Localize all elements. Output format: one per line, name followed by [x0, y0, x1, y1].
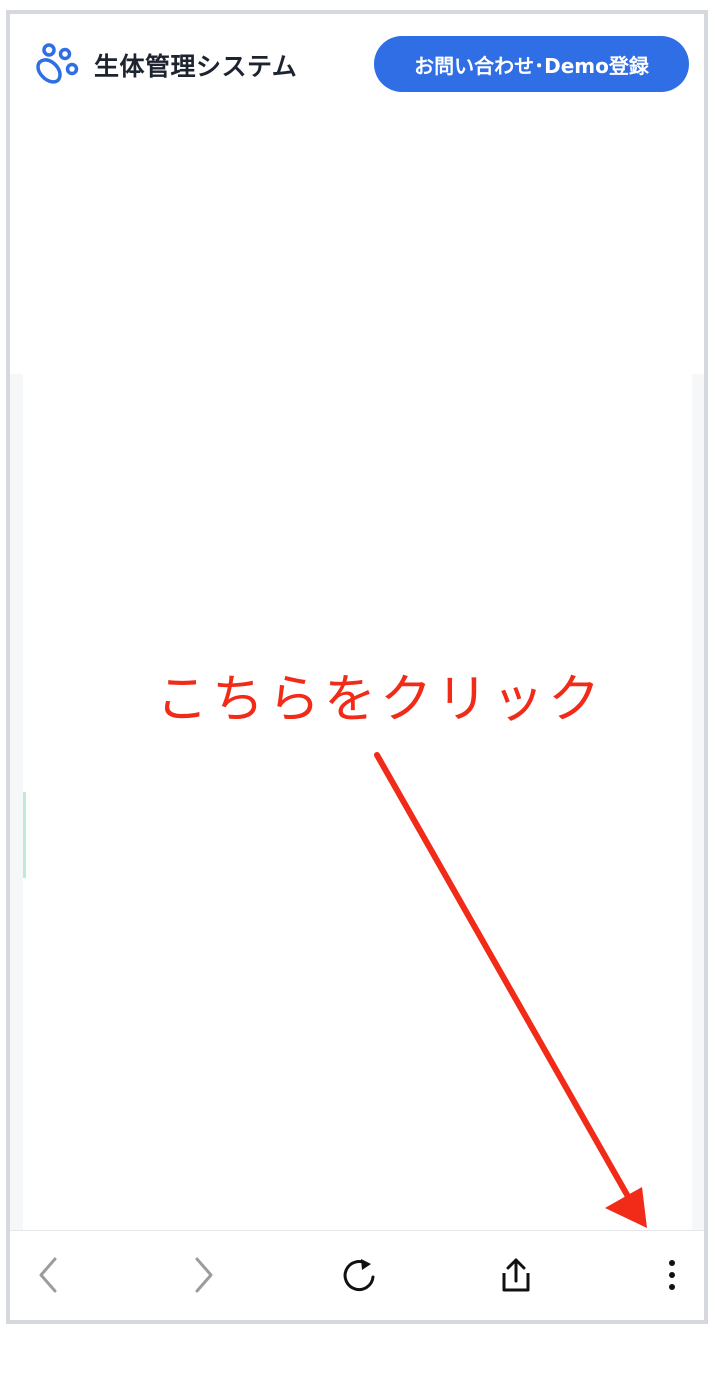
reload-icon [343, 1259, 375, 1292]
more-menu-button[interactable] [642, 1245, 702, 1305]
back-button[interactable] [18, 1245, 78, 1305]
contact-demo-button[interactable]: お問い合わせ･Demo登録 [374, 36, 689, 92]
page-content-edge-left [10, 374, 23, 1234]
instruction-text: こちらをクリック [155, 670, 604, 730]
back-chevron-icon [39, 1257, 57, 1293]
browser-toolbar [10, 1230, 704, 1320]
paw-icon[interactable] [32, 42, 80, 86]
reload-button[interactable] [330, 1245, 390, 1305]
page-content-accent [23, 792, 26, 878]
share-icon [502, 1258, 530, 1292]
share-button[interactable] [486, 1245, 546, 1305]
browser-viewport: 生体管理システム お問い合わせ･Demo登録 こちらをクリック [6, 10, 708, 1324]
site-header: 生体管理システム お問い合わせ･Demo登録 [10, 14, 704, 110]
forward-button[interactable] [174, 1245, 234, 1305]
forward-chevron-icon [195, 1257, 213, 1293]
page-content-edge-right [692, 374, 704, 1234]
more-menu-icon [669, 1260, 675, 1290]
brand-name[interactable]: 生体管理システム [94, 47, 297, 83]
